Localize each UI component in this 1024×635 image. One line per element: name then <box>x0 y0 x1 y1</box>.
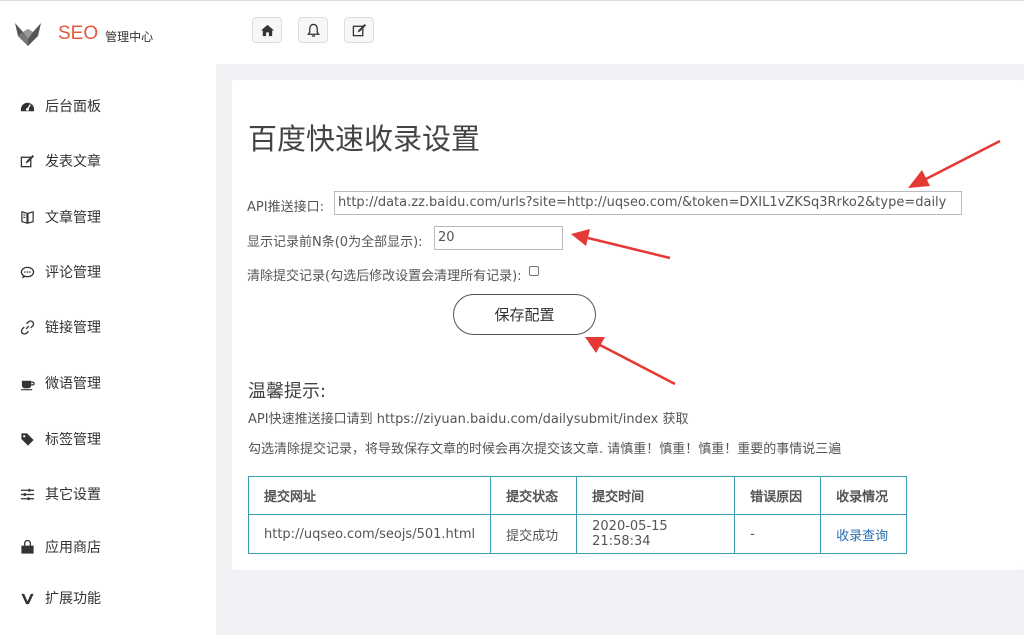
sidebar-item-label: 链接管理 <box>45 320 101 336</box>
link-icon <box>19 319 35 335</box>
edit-icon <box>19 153 35 169</box>
home-icon <box>260 24 274 36</box>
sidebar-item-label: 微语管理 <box>45 376 101 392</box>
cell-status: 提交成功 <box>490 514 578 554</box>
dashboard-icon <box>19 98 35 114</box>
sidebar-item-articles[interactable]: 文章管理 <box>0 197 216 237</box>
sidebar-item-post[interactable]: 发表文章 <box>0 141 216 181</box>
table-header-row: 提交网址 提交状态 提交时间 错误原因 收录情况 <box>247 476 908 515</box>
write-button[interactable] <box>344 17 374 43</box>
column-header: 提交状态 <box>490 476 578 515</box>
book-icon <box>19 209 35 225</box>
sidebar-item-label: 后台面板 <box>45 99 101 115</box>
sidebar: 后台面板 发表文章 文章管理 评论管理 链接管理 微语管理 标签管理 其它设置 … <box>0 64 216 635</box>
sidebar-item-comments[interactable]: 评论管理 <box>0 252 216 292</box>
v-icon <box>19 590 35 606</box>
cell-url: http://uqseo.com/seojs/501.html <box>247 514 492 554</box>
save-button[interactable]: 保存配置 <box>453 294 596 335</box>
tip-line: 勾选清除提交记录，将导致保存文章的时候会再次提交该文章. 请慎重！慎重！慎重！重… <box>248 442 842 457</box>
tag-icon <box>19 431 35 447</box>
submission-table: 提交网址 提交状态 提交时间 错误原因 收录情况 http://uqseo.co… <box>247 476 908 554</box>
sidebar-item-label: 标签管理 <box>45 432 101 448</box>
sidebar-item-tags[interactable]: 标签管理 <box>0 419 216 459</box>
api-label: API推送接口: <box>247 200 324 215</box>
sidebar-item-label: 评论管理 <box>45 265 101 281</box>
home-button[interactable] <box>252 17 282 43</box>
notifications-button[interactable] <box>298 17 328 43</box>
cell-error: - <box>734 514 822 554</box>
top-bar: SEO 管理中心 <box>0 0 1024 64</box>
sidebar-item-dashboard[interactable]: 后台面板 <box>0 86 216 126</box>
sidebar-item-label: 扩展功能 <box>45 591 101 607</box>
cell-time: 2020-05-15 21:58:34 <box>576 514 736 554</box>
count-input[interactable]: 20 <box>434 226 563 250</box>
bell-icon <box>306 23 320 37</box>
cell-index-status: 收录查询 <box>820 514 908 554</box>
sidebar-item-label: 应用商店 <box>45 540 101 556</box>
clear-records-checkbox[interactable] <box>529 266 539 276</box>
column-header: 提交时间 <box>576 476 736 515</box>
brand-name: SEO <box>58 23 99 44</box>
page-title: 百度快速收录设置 <box>248 122 481 156</box>
brand-subtitle: 管理中心 <box>105 29 154 44</box>
sliders-icon <box>19 486 35 502</box>
brand[interactable]: SEO 管理中心 <box>14 19 153 49</box>
store-icon <box>19 539 35 555</box>
count-label: 显示记录前N条(0为全部显示): <box>247 235 423 250</box>
sidebar-item-moments[interactable]: 微语管理 <box>0 363 216 403</box>
index-query-link[interactable]: 收录查询 <box>836 529 888 544</box>
sidebar-item-label: 其它设置 <box>45 487 101 503</box>
comment-icon <box>19 264 35 280</box>
edit-icon <box>352 23 366 36</box>
column-header: 收录情况 <box>820 476 908 515</box>
sidebar-item-settings[interactable]: 其它设置 <box>0 474 216 514</box>
clear-records-label: 清除提交记录(勾选后修改设置会清理所有记录): <box>247 269 522 284</box>
sidebar-item-links[interactable]: 链接管理 <box>0 307 216 347</box>
tip-line: API快速推送接口请到 https://ziyuan.baidu.com/dai… <box>248 412 689 427</box>
settings-panel: 百度快速收录设置 API推送接口: http://data.zz.baidu.c… <box>232 80 1024 570</box>
tips-title: 温馨提示: <box>248 381 327 402</box>
fox-logo-icon <box>15 23 41 46</box>
sidebar-item-store[interactable]: 应用商店 <box>0 527 216 567</box>
api-url-input[interactable]: http://data.zz.baidu.com/urls?site=http:… <box>334 191 962 215</box>
sidebar-item-label: 发表文章 <box>45 154 101 170</box>
table-row: http://uqseo.com/seojs/501.html 提交成功 202… <box>247 514 908 554</box>
coffee-icon <box>19 375 35 391</box>
column-header: 提交网址 <box>247 476 492 515</box>
column-header: 错误原因 <box>734 476 822 515</box>
sidebar-item-label: 文章管理 <box>45 210 101 226</box>
sidebar-item-extensions[interactable]: 扩展功能 <box>0 578 216 618</box>
